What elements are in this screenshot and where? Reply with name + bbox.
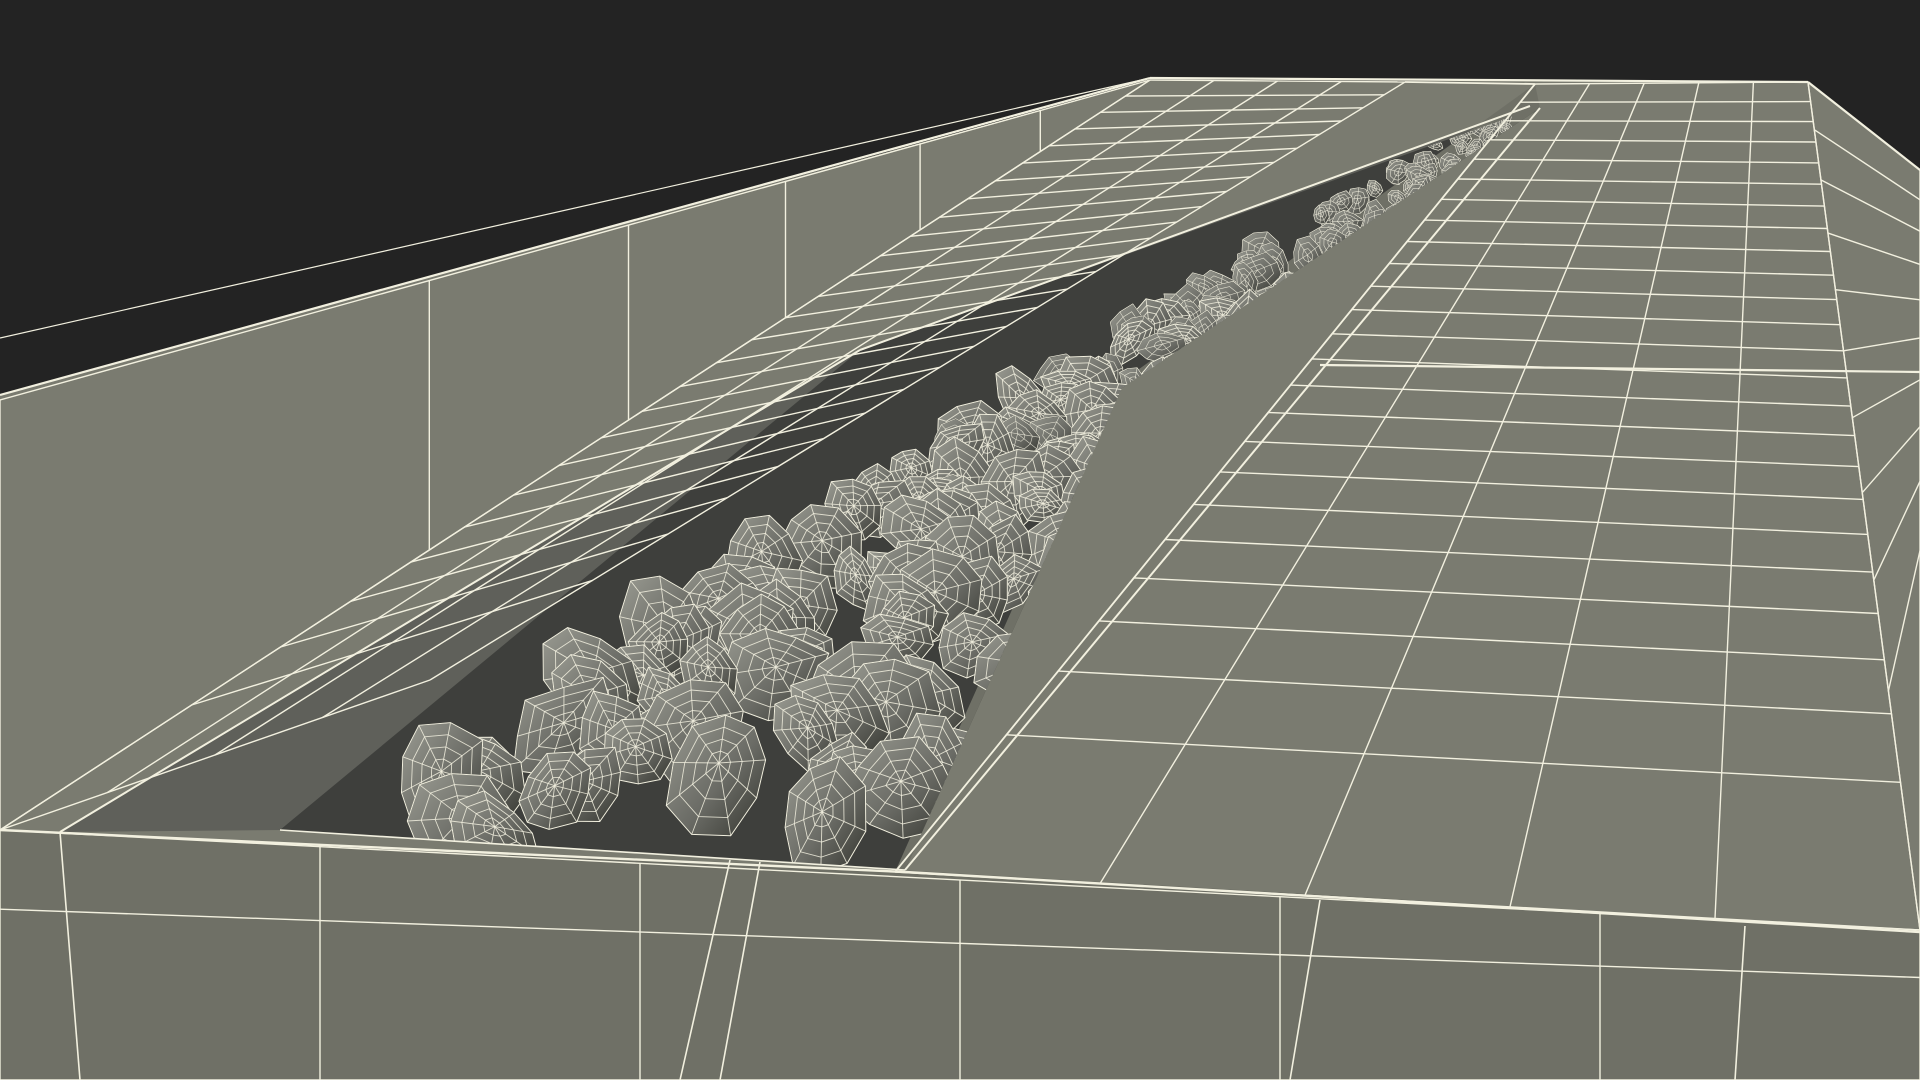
render-viewport xyxy=(0,0,1920,1080)
right-grid-cross-line xyxy=(1520,100,1811,103)
rock-wire-edge xyxy=(673,761,719,764)
right-grid-cross-line xyxy=(1505,120,1814,123)
rock-wire-edge xyxy=(853,504,882,507)
wireframe-scene xyxy=(0,0,1920,1080)
